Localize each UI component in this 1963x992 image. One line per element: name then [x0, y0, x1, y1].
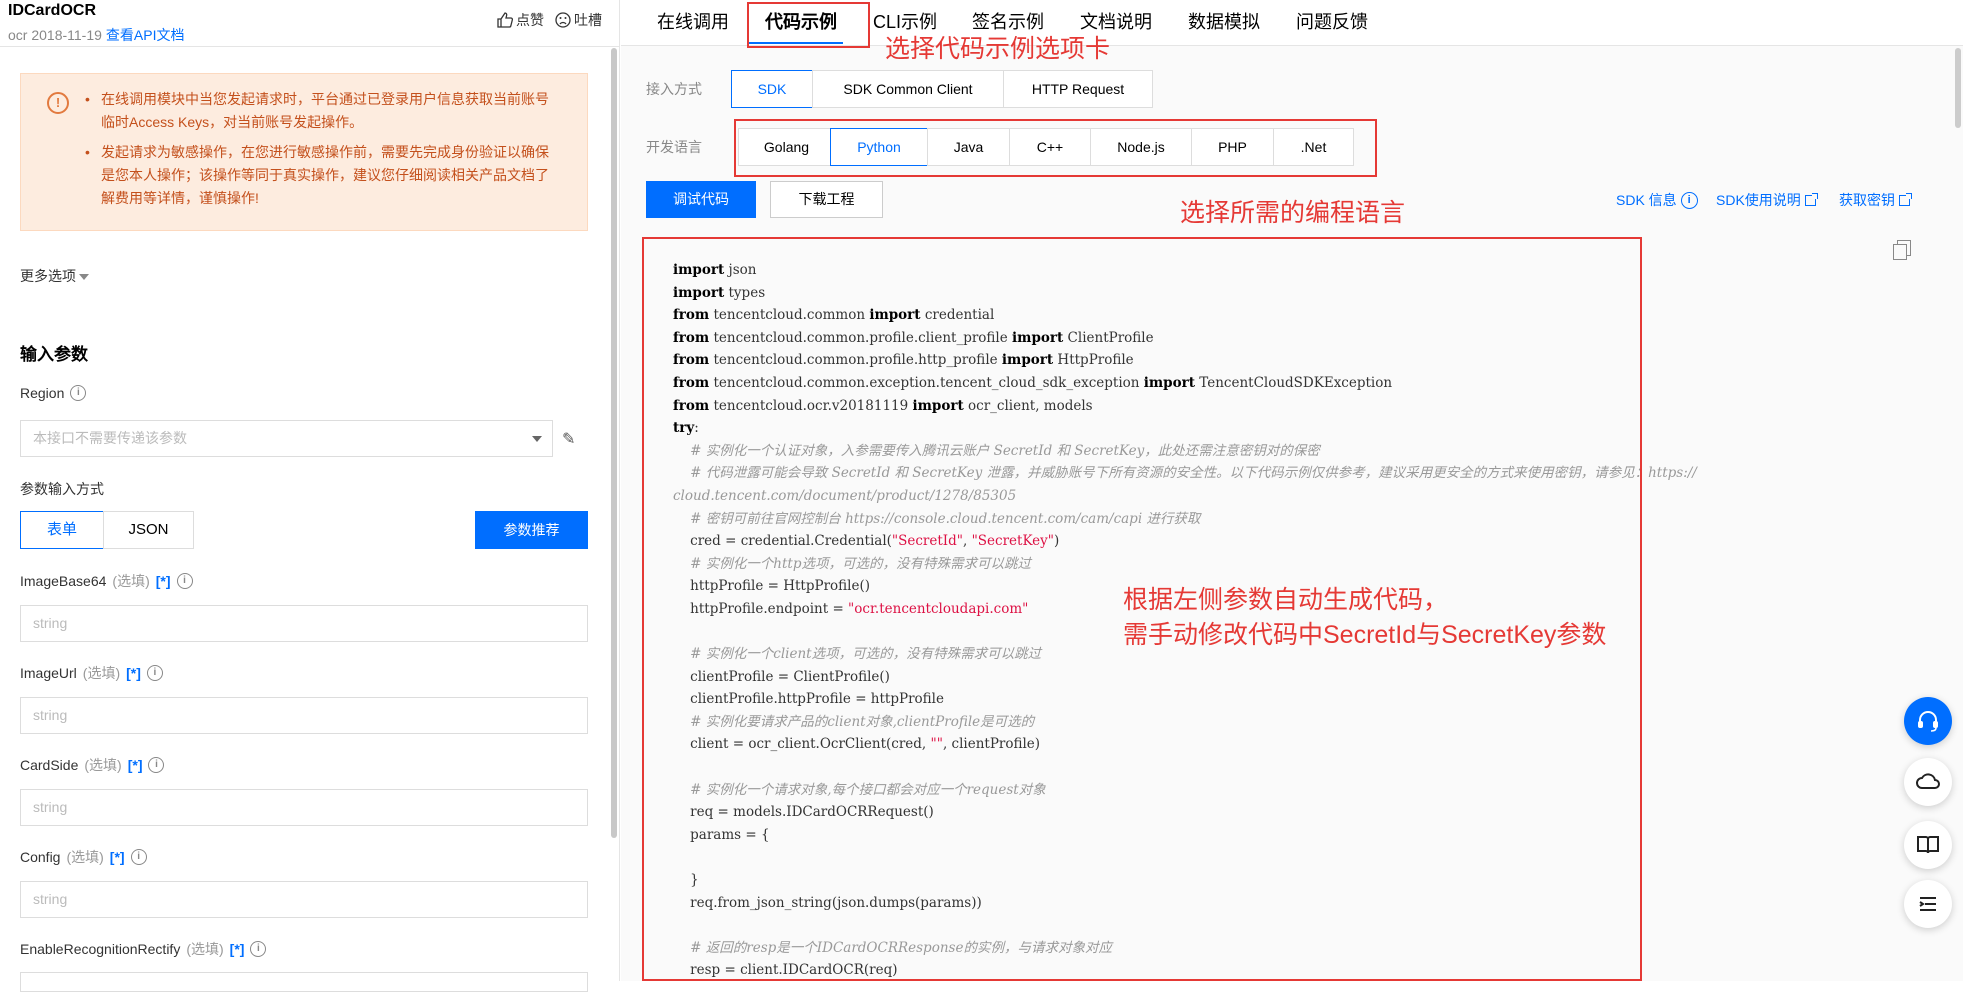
download-project-button[interactable]: 下载工程	[770, 181, 883, 218]
info-icon[interactable]: i	[70, 385, 87, 401]
sdk-usage-label: SDK使用说明	[1716, 192, 1801, 208]
field-label-imagebase64: ImageBase64 (选填) [*] i	[20, 571, 193, 591]
tab-data-mock[interactable]: 数据模拟	[1188, 8, 1260, 34]
access-sdk-common-client[interactable]: SDK Common Client	[812, 70, 1004, 108]
get-key-link[interactable]: 获取密钥	[1839, 190, 1912, 210]
annotation-lang-hint: 选择所需的编程语言	[1180, 199, 1406, 227]
region-select[interactable]: 本接口不需要传递该参数	[20, 420, 553, 457]
annotation-tab-box	[747, 2, 870, 48]
info-icon[interactable]: i	[130, 849, 147, 865]
right-panel: 在线调用 代码示例 CLI示例 签名示例 文档说明 数据模拟 问题反馈 选择代码…	[621, 0, 1963, 981]
info-icon: i	[1680, 191, 1698, 209]
headset-icon	[1918, 711, 1938, 732]
imagebase64-input[interactable]: string	[20, 605, 588, 642]
copy-icon[interactable]	[1893, 240, 1911, 260]
warning-box: ! 在线调用模块中当您发起请求时，平台通过已登录用户信息获取当前账号临时Acce…	[20, 73, 588, 231]
field-label-imageurl: ImageUrl (选填) [*] i	[20, 663, 163, 683]
star-button[interactable]: [*]	[128, 757, 143, 773]
complain-label: 吐槽	[574, 12, 602, 28]
cloud-button[interactable]	[1904, 758, 1952, 806]
like-button[interactable]: 点赞	[496, 10, 544, 30]
external-link-icon	[1899, 192, 1912, 206]
mode-form-tab[interactable]: 表单	[20, 511, 104, 549]
docs-button[interactable]	[1904, 821, 1952, 869]
info-icon[interactable]: i	[250, 941, 267, 957]
star-button[interactable]: [*]	[230, 941, 245, 957]
header-divider	[0, 46, 620, 47]
api-doc-link[interactable]: 查看API文档	[106, 27, 185, 43]
access-label: 接入方式	[646, 81, 702, 97]
tab-online-call[interactable]: 在线调用	[657, 8, 729, 34]
optional-tag: (选填)	[186, 941, 224, 957]
support-button[interactable]	[1904, 697, 1952, 745]
input-mode-label: 参数输入方式	[20, 481, 104, 497]
sdk-usage-link[interactable]: SDK使用说明	[1716, 190, 1818, 210]
annotation-tab-hint: 选择代码示例选项卡	[885, 35, 1111, 63]
optional-tag: (选填)	[82, 665, 121, 681]
info-icon[interactable]: i	[176, 573, 193, 589]
sdk-info-link[interactable]: SDK 信息 i	[1616, 190, 1698, 210]
annotation-code-hint-2: 需手动修改代码中SecretId与SecretKey参数	[1123, 621, 1607, 649]
region-label-row: Region i	[20, 385, 87, 401]
field-name: ImageBase64	[20, 573, 107, 589]
left-scrollbar[interactable]	[611, 48, 617, 838]
api-meta-row: ocr 2018-11-19 查看API文档	[8, 25, 185, 45]
info-icon[interactable]: i	[146, 665, 163, 681]
api-meta: ocr 2018-11-19	[8, 27, 102, 43]
field-name: EnableRecognitionRectify	[20, 941, 181, 957]
like-label: 点赞	[516, 12, 544, 28]
warning-item: 发起请求为敏感操作，在您进行敏感操作前，需要先完成身份验证以确保是您本人操作；该…	[85, 141, 561, 210]
optional-tag: (选填)	[84, 757, 122, 773]
menu-icon	[1919, 897, 1936, 911]
warning-list: 在线调用模块中当您发起请求时，平台通过已登录用户信息获取当前账号临时Access…	[85, 88, 561, 217]
tab-feedback[interactable]: 问题反馈	[1296, 8, 1368, 34]
right-scrollbar[interactable]	[1955, 48, 1961, 128]
annotation-code-hint-1: 根据左侧参数自动生成代码，	[1123, 586, 1449, 614]
book-icon	[1917, 836, 1939, 854]
info-icon[interactable]: i	[148, 757, 165, 773]
access-sdk[interactable]: SDK	[731, 70, 813, 108]
complain-button[interactable]: 吐槽	[554, 10, 602, 30]
debug-code-button[interactable]: 调试代码	[646, 181, 756, 218]
cardside-input[interactable]: string	[20, 789, 588, 826]
optional-tag: (选填)	[112, 573, 150, 589]
imageurl-input[interactable]: string	[20, 697, 588, 734]
cloud-icon	[1916, 773, 1940, 789]
api-title: IDCardOCR	[8, 2, 97, 19]
more-options-toggle[interactable]: 更多选项	[20, 266, 89, 286]
sdk-info-label: SDK 信息	[1616, 192, 1677, 208]
language-label: 开发语言	[646, 139, 702, 155]
warning-icon: !	[47, 92, 69, 114]
field-label-cardside: CardSide (选填) [*] i	[20, 755, 165, 775]
field-name: Config	[20, 849, 61, 865]
field-label-config: Config (选填) [*] i	[20, 847, 147, 867]
thumbs-up-icon	[497, 12, 514, 28]
more-options-label: 更多选项	[20, 268, 76, 284]
frown-icon	[555, 12, 571, 28]
left-panel: IDCardOCR ocr 2018-11-19 查看API文档 点赞 吐槽 ! …	[0, 0, 620, 992]
chevron-down-icon	[532, 436, 542, 442]
get-key-label: 获取密钥	[1839, 192, 1895, 208]
menu-button[interactable]	[1904, 880, 1952, 928]
field-name: CardSide	[20, 757, 79, 773]
region-label: Region	[20, 385, 65, 401]
mode-json-tab[interactable]: JSON	[103, 511, 194, 549]
external-link-icon	[1804, 192, 1818, 206]
input-params-title: 输入参数	[20, 345, 88, 364]
chevron-down-icon	[79, 274, 89, 281]
warning-item: 在线调用模块中当您发起请求时，平台通过已登录用户信息获取当前账号临时Access…	[85, 88, 561, 134]
access-http-request[interactable]: HTTP Request	[1003, 70, 1153, 108]
star-button[interactable]: [*]	[110, 849, 125, 865]
field-label-enablerecognitionrectify: EnableRecognitionRectify (选填) [*] i	[20, 939, 267, 959]
config-input[interactable]: string	[20, 881, 588, 918]
star-button[interactable]: [*]	[126, 665, 141, 681]
recommend-params-button[interactable]: 参数推荐	[475, 511, 588, 549]
optional-tag: (选填)	[66, 849, 104, 865]
annotation-lang-box	[734, 119, 1377, 177]
pencil-icon[interactable]: ✎	[562, 429, 575, 449]
region-placeholder: 本接口不需要传递该参数	[33, 430, 187, 446]
enablerecognitionrectify-input[interactable]	[20, 972, 588, 992]
star-button[interactable]: [*]	[156, 573, 171, 589]
field-name: ImageUrl	[20, 665, 77, 681]
